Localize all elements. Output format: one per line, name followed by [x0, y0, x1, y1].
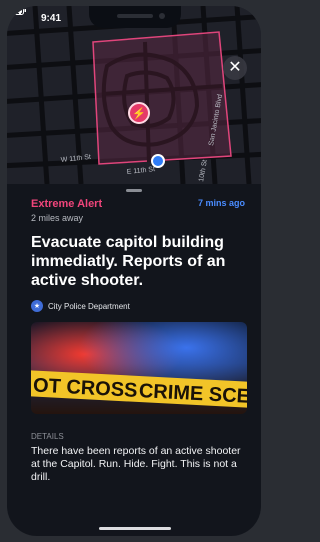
status-time: 9:41	[41, 12, 62, 24]
details-heading: DETAILS	[31, 432, 64, 441]
close-button[interactable]: ✕	[223, 56, 247, 80]
sheet-grabber[interactable]	[126, 189, 142, 192]
alert-severity: Extreme Alert	[31, 198, 103, 210]
map-streets: W 11th St E 11th St San Jacinto Blvd 10t…	[7, 6, 261, 184]
home-indicator[interactable]	[99, 527, 171, 530]
battery-icon	[7, 6, 26, 15]
alert-location-pin[interactable]: ⚡	[128, 102, 150, 124]
alert-time-ago: 7 mins ago	[197, 198, 245, 208]
user-location-dot	[151, 154, 165, 168]
alert-distance: 2 miles away	[31, 213, 84, 223]
close-icon: ✕	[228, 59, 242, 76]
police-badge-icon: ★	[31, 300, 43, 312]
source-label: City Police Department	[48, 301, 130, 311]
crime-scene-image: OT CROSS CRIME SCEN	[31, 322, 247, 414]
details-body: There have been reports of an active sho…	[31, 445, 241, 483]
alert-headline: Evacuate capitol building immediatly. Re…	[31, 234, 226, 289]
status-bar: 9:41	[7, 6, 261, 30]
crime-scene-illustration: OT CROSS CRIME SCEN	[31, 322, 247, 414]
bolt-icon: ⚡	[132, 107, 146, 120]
alert-map[interactable]: W 11th St E 11th St San Jacinto Blvd 10t…	[7, 6, 261, 184]
phone-frame: W 11th St E 11th St San Jacinto Blvd 10t…	[7, 6, 261, 536]
alert-sheet: Extreme Alert 7 mins ago 2 miles away Ev…	[7, 184, 261, 536]
alert-source[interactable]: ★ City Police Department	[31, 300, 130, 312]
